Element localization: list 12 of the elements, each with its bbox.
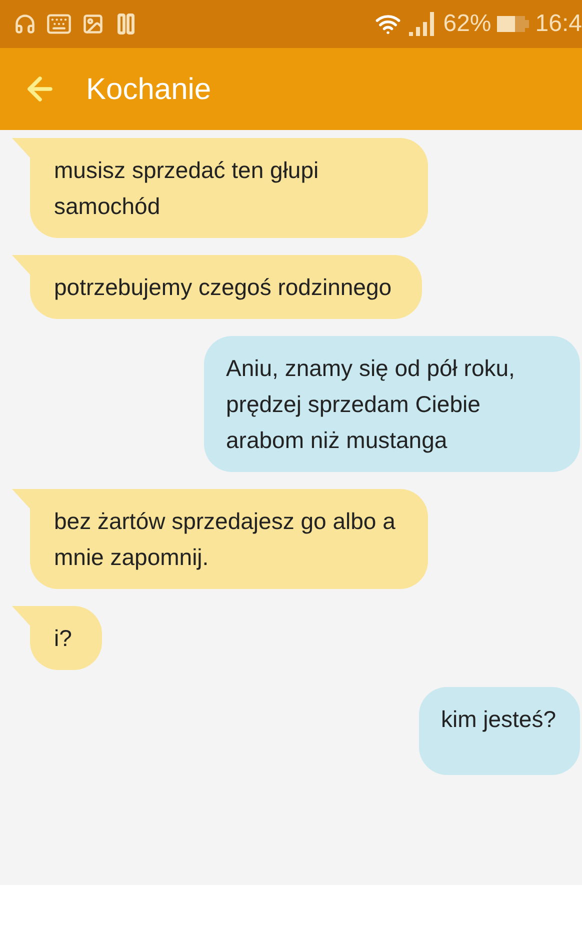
battery-icon: [497, 15, 530, 33]
battery-percent: 62%: [443, 9, 492, 39]
incoming-message: i?: [30, 606, 102, 670]
outgoing-message: Aniu, znamy się od pół roku, prędzej sprzedam Ciebie arabom niż mustanga: [204, 336, 580, 472]
image-icon: [82, 13, 104, 35]
chat-title: Kochanie: [86, 72, 212, 108]
incoming-message: potrzebujemy czegoś rodzinnego: [30, 255, 422, 319]
headphones-icon: [14, 13, 36, 35]
incoming-message: musisz sprzedać ten głupi samochód: [30, 138, 428, 238]
outgoing-message: kim jesteś?: [418, 687, 580, 775]
incoming-message: bez żartów sprzedajesz go albo a mnie zapomnij.: [30, 489, 428, 589]
clock: 16:4: [535, 9, 582, 39]
